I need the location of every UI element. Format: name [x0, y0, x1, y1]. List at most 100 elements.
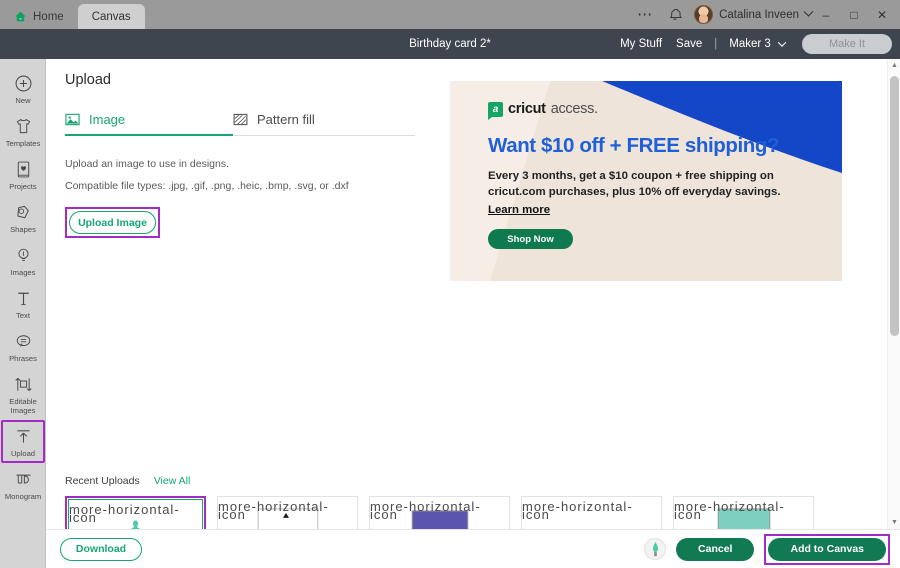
- upload-card-thumbnail: more-horizontal-icon: [370, 497, 509, 529]
- bell-glyph: [670, 8, 682, 20]
- banner-body-line2: cricut.com purchases, plus 10% off every…: [488, 186, 781, 198]
- window-tab-home[interactable]: Home: [0, 4, 78, 29]
- add-to-canvas-button[interactable]: Add to Canvas: [768, 537, 886, 561]
- upload-card-slot: HAPPY BIRTHDAY TO YOU! more-horizontal-i…: [217, 496, 358, 529]
- pattern-swatch-icon: [233, 113, 248, 126]
- recent-uploads-title: Recent Uploads: [65, 475, 140, 487]
- window-titlebar-right: ⋯ Catalina Inveen – □ ✕: [630, 0, 900, 29]
- sidebar-item-phrases[interactable]: Phrases: [0, 325, 45, 368]
- sidebar-item-new[interactable]: New: [0, 67, 45, 110]
- user-name[interactable]: Catalina Inveen: [719, 9, 799, 21]
- sidebar-item-images-label: Images: [10, 268, 36, 277]
- sidebar-item-upload-label: Upload: [10, 449, 36, 458]
- window-tab-home-label: Home: [33, 10, 64, 23]
- upload-card-thumbnail: more-horizontal-icon: [69, 500, 202, 529]
- plus-circle-icon: [15, 75, 31, 92]
- banner-body-line1: Every 3 months, get a $10 coupon + free …: [488, 170, 774, 182]
- shop-now-button[interactable]: Shop Now: [488, 229, 573, 249]
- active-tab-underline: [65, 134, 233, 136]
- maximize-button[interactable]: □: [840, 0, 868, 29]
- cancel-button[interactable]: Cancel: [676, 537, 755, 561]
- home-icon: [15, 11, 26, 22]
- cricut-access-logo: a cricut access.: [488, 101, 842, 120]
- cricut-access-banner[interactable]: a cricut access. Want $10 off + FREE shi…: [450, 81, 842, 281]
- sidebar-item-templates[interactable]: Templates: [0, 110, 45, 153]
- view-all-link[interactable]: View All: [154, 475, 191, 487]
- window-titlebar: Home Canvas ⋯ Catalina Inveen – □ ✕: [0, 0, 900, 29]
- footer-actions: Cancel Add to Canvas: [644, 533, 890, 565]
- more-horizontal-icon[interactable]: ⋯: [630, 0, 660, 29]
- upload-card[interactable]: more-horizontal-icon Uploaded: [68, 499, 203, 529]
- upload-panel-content: Upload Image Pattern fill Upload an imag…: [46, 59, 900, 529]
- sidebar-item-projects[interactable]: Projects: [0, 153, 45, 196]
- upload-card-menu-icon[interactable]: more-horizontal-icon: [69, 503, 194, 524]
- upload-card[interactable]: CONGRATS. CONGRATS. CONGRATS. CONGRATS. …: [521, 496, 662, 529]
- upload-card-slot: CONGRATS. CONGRATS. CONGRATS. CONGRATS. …: [521, 496, 662, 529]
- upload-panel: Upload Image Pattern fill Upload an imag…: [46, 59, 900, 568]
- tab-image[interactable]: Image: [65, 112, 233, 136]
- upload-card[interactable]: HAPPY BIRTHDAY TO YOU! more-horizontal-i…: [217, 496, 358, 529]
- minimize-button[interactable]: –: [812, 0, 840, 29]
- sidebar-item-upload[interactable]: Upload: [1, 420, 45, 463]
- learn-more-link[interactable]: Learn more: [488, 204, 550, 216]
- upload-card-slot: HAPPY BIRTHDAY HAPPY BIRTHDAY HAPPY BIRT…: [673, 496, 814, 529]
- tool-rail: New Templates Projects Shapes Images Tex…: [0, 59, 46, 568]
- upload-card[interactable]: more-horizontal-icon Uploaded: [369, 496, 510, 529]
- upload-card-thumbnail: HAPPY BIRTHDAY TO YOU! more-horizontal-i…: [218, 497, 357, 529]
- upload-card[interactable]: HAPPY BIRTHDAY HAPPY BIRTHDAY HAPPY BIRT…: [673, 496, 814, 529]
- upload-panel-scroll-area: Upload Image Pattern fill Upload an imag…: [46, 59, 900, 529]
- pen-tool-icon[interactable]: [644, 538, 667, 560]
- close-button[interactable]: ✕: [868, 0, 896, 29]
- sidebar-item-text-label: Text: [16, 311, 30, 320]
- recent-uploads-grid: more-horizontal-icon Uploaded: [65, 496, 875, 529]
- shapes-icon: [16, 205, 29, 219]
- scrollbar-thumb[interactable]: [890, 76, 899, 336]
- upload-card-menu-icon[interactable]: more-horizontal-icon: [674, 500, 805, 521]
- vertical-scrollbar[interactable]: ▲ ▼: [887, 59, 900, 529]
- window-tab-canvas-label: Canvas: [91, 10, 131, 23]
- tab-pattern-fill[interactable]: Pattern fill: [233, 112, 401, 136]
- sidebar-item-templates-label: Templates: [5, 139, 41, 148]
- make-it-button[interactable]: Make It: [802, 34, 892, 54]
- upload-card-slot-selected: more-horizontal-icon Uploaded: [65, 496, 206, 529]
- app-header-actions: My Stuff Save | Maker 3 Make It: [613, 34, 900, 54]
- header-separator: |: [714, 38, 718, 50]
- sidebar-item-editable-images[interactable]: Editable Images: [0, 368, 45, 420]
- banner-headline: Want $10 off + FREE shipping?: [488, 134, 780, 157]
- sidebar-item-text[interactable]: Text: [0, 282, 45, 325]
- save-button[interactable]: Save: [669, 38, 709, 50]
- upload-card-menu-icon[interactable]: more-horizontal-icon: [370, 500, 501, 521]
- machine-selector[interactable]: Maker 3: [722, 38, 792, 50]
- sidebar-item-shapes-label: Shapes: [10, 225, 36, 234]
- tab-image-label: Image: [89, 112, 126, 127]
- panel-footer: Download Cancel Add to Canvas: [46, 529, 900, 568]
- recent-uploads-header: Recent Uploads View All: [65, 475, 900, 487]
- monogram-icon: [16, 474, 30, 484]
- window-tab-canvas[interactable]: Canvas: [77, 4, 145, 29]
- pen-tool-glyph: [652, 541, 658, 556]
- brand-word-cricut: cricut: [508, 101, 546, 117]
- upload-card-menu-icon[interactable]: more-horizontal-icon: [522, 500, 653, 521]
- tshirt-icon: [16, 119, 30, 134]
- scroll-down-arrow-icon[interactable]: ▼: [888, 516, 900, 529]
- sidebar-item-phrases-label: Phrases: [9, 354, 37, 363]
- sidebar-item-projects-label: Projects: [9, 182, 37, 191]
- sidebar-item-new-label: New: [15, 96, 31, 105]
- my-stuff-button[interactable]: My Stuff: [613, 38, 669, 50]
- scroll-up-arrow-icon[interactable]: ▲: [888, 59, 900, 72]
- upload-card-menu-icon[interactable]: more-horizontal-icon: [218, 500, 349, 521]
- upload-image-button[interactable]: Upload Image: [69, 211, 156, 234]
- sidebar-item-monogram[interactable]: Monogram: [0, 463, 45, 506]
- bell-icon[interactable]: [660, 0, 690, 29]
- upload-card-slot: more-horizontal-icon Uploaded: [369, 496, 510, 529]
- sidebar-item-editable-images-label: Editable Images: [9, 397, 37, 415]
- sidebar-item-shapes[interactable]: Shapes: [0, 196, 45, 239]
- upload-tabs: Image Pattern fill: [65, 112, 415, 136]
- chevron-down-icon: [777, 38, 787, 47]
- upload-image-highlight: Upload Image: [65, 207, 160, 238]
- machine-selector-label: Maker 3: [729, 38, 771, 50]
- picture-icon: [65, 113, 80, 126]
- sidebar-item-images[interactable]: Images: [0, 239, 45, 282]
- avatar[interactable]: [694, 5, 714, 24]
- download-button[interactable]: Download: [60, 537, 142, 561]
